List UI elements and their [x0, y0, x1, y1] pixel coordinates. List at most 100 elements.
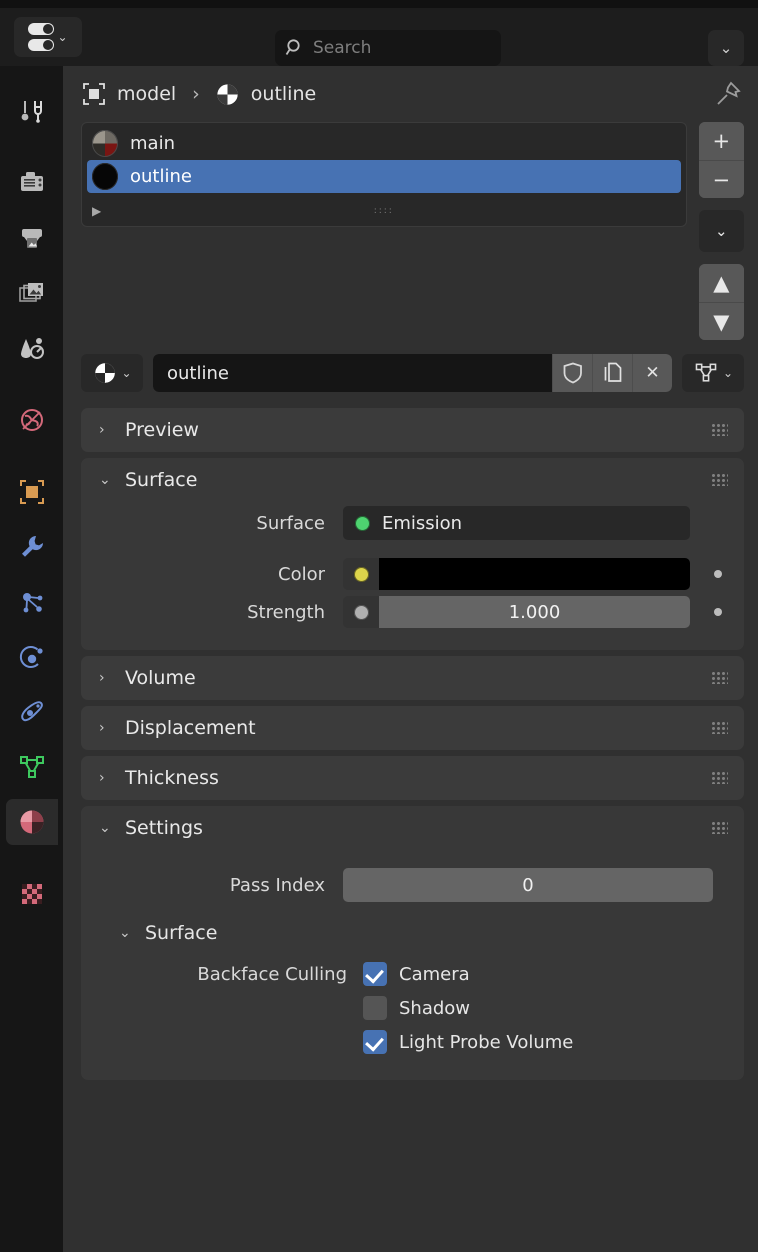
- editor-header: ⌄ Search ⌄: [0, 8, 758, 66]
- emission-strength-value[interactable]: 1.000: [379, 596, 690, 628]
- checkbox-shadow-box[interactable]: [363, 996, 387, 1020]
- constraint-icon: [20, 701, 43, 722]
- add-remove-group: + −: [698, 122, 744, 198]
- breadcrumb-object[interactable]: model: [81, 81, 176, 107]
- material-slot-area: main outline ▶ :::: + − ⌄ ▲ ▼: [63, 122, 758, 340]
- sidebar-item-object[interactable]: [6, 469, 58, 515]
- panel-drag-dots-icon[interactable]: [712, 424, 728, 436]
- panel-volume: › Volume: [81, 656, 744, 700]
- animate-property-dot-icon[interactable]: [714, 608, 722, 616]
- panel-title: Displacement: [125, 717, 256, 739]
- panel-thickness-header[interactable]: › Thickness: [81, 756, 744, 800]
- material-slot-buttons: + − ⌄ ▲ ▼: [698, 122, 744, 340]
- emission-color-control[interactable]: [343, 558, 690, 590]
- subpanel-title: Surface: [145, 922, 218, 944]
- sidebar-item-render[interactable]: [6, 160, 58, 206]
- sidebar-item-object-data[interactable]: [6, 744, 58, 790]
- panel-displacement-header[interactable]: › Displacement: [81, 706, 744, 750]
- material-link-dropdown[interactable]: ⌄: [682, 354, 744, 392]
- emission-color-row: Color: [93, 558, 732, 590]
- material-specials-menu-button[interactable]: ⌄: [698, 210, 744, 252]
- panel-title: Preview: [125, 419, 199, 441]
- move-slot-down-button[interactable]: ▼: [698, 302, 744, 340]
- pass-index-input[interactable]: 0: [343, 868, 713, 902]
- search-input[interactable]: Search: [275, 30, 501, 66]
- chevron-down-icon: ⌄: [99, 472, 111, 488]
- panel-displacement: › Displacement: [81, 706, 744, 750]
- fake-user-button[interactable]: [552, 354, 592, 392]
- checkbox-camera-box[interactable]: [363, 962, 387, 986]
- panel-title: Thickness: [125, 767, 219, 789]
- checkbox-light-probe-volume-box[interactable]: [363, 1030, 387, 1054]
- mesh-data-icon: [695, 363, 717, 382]
- duplicate-material-button[interactable]: [592, 354, 632, 392]
- header-options-button[interactable]: ⌄: [708, 30, 744, 66]
- pass-index-row: Pass Index 0: [93, 868, 732, 902]
- color-socket-icon: [353, 566, 369, 582]
- add-material-slot-button[interactable]: +: [698, 122, 744, 160]
- panel-settings-header[interactable]: ⌄ Settings: [81, 806, 744, 850]
- sidebar-item-world[interactable]: [6, 397, 58, 443]
- editor-type-button[interactable]: ⌄: [14, 17, 82, 57]
- material-sphere-icon: [217, 83, 238, 105]
- panel-drag-dots-icon[interactable]: [712, 822, 728, 834]
- particles-icon: [22, 593, 42, 613]
- sidebar-item-output[interactable]: [6, 215, 58, 261]
- sidebar-item-particles[interactable]: [6, 579, 58, 625]
- remove-material-slot-button[interactable]: −: [698, 160, 744, 198]
- list-item[interactable]: main: [87, 127, 681, 160]
- chevron-right-icon: ›: [99, 770, 105, 786]
- sidebar-item-material[interactable]: [5, 799, 58, 845]
- panel-thickness: › Thickness: [81, 756, 744, 800]
- pin-icon: [717, 81, 741, 105]
- panel-volume-header[interactable]: › Volume: [81, 656, 744, 700]
- checkbox-camera[interactable]: Camera: [363, 962, 470, 986]
- panel-settings: ⌄ Settings Pass Index 0 ⌄ Surface Backfa…: [81, 806, 744, 1080]
- panel-drag-dots-icon[interactable]: [712, 474, 728, 486]
- emission-color-label: Color: [278, 563, 325, 585]
- emission-strength-control[interactable]: 1.000: [343, 596, 690, 628]
- sidebar-item-object-constraints[interactable]: [6, 689, 58, 735]
- color-socket-box: [343, 558, 379, 590]
- surface-shader-dropdown[interactable]: Emission: [343, 506, 690, 540]
- list-item-label: main: [130, 133, 175, 154]
- resize-grip-icon[interactable]: ::::: [374, 207, 394, 216]
- breadcrumb-material[interactable]: outline: [214, 81, 316, 108]
- emission-color-swatch[interactable]: [379, 558, 690, 590]
- object-square-icon: [83, 83, 105, 105]
- sidebar-item-view-layer[interactable]: [6, 270, 58, 316]
- subpanel-surface-header[interactable]: ⌄ Surface: [93, 908, 732, 954]
- sidebar-item-physics[interactable]: [6, 634, 58, 680]
- move-slot-up-button[interactable]: ▲: [698, 264, 744, 302]
- animate-property-dot-icon[interactable]: [714, 570, 722, 578]
- breadcrumb-separator: ›: [192, 83, 200, 105]
- filter-expand-icon[interactable]: ▶: [92, 204, 101, 218]
- list-item[interactable]: outline: [87, 160, 681, 193]
- chevron-right-icon: ›: [99, 422, 105, 438]
- pin-id-button[interactable]: [714, 80, 742, 112]
- checkbox-shadow[interactable]: Shadow: [363, 996, 470, 1020]
- sidebar-item-texture[interactable]: [6, 871, 58, 917]
- panel-surface-header[interactable]: ⌄ Surface: [81, 458, 744, 502]
- sidebar-item-scene[interactable]: [6, 325, 58, 371]
- sidebar-item-tool[interactable]: [6, 88, 58, 134]
- panel-surface: ⌄ Surface Surface Emission Color Strengt…: [81, 458, 744, 650]
- panel-drag-dots-icon[interactable]: [712, 672, 728, 684]
- search-placeholder: Search: [313, 38, 372, 58]
- browse-material-button[interactable]: ⌄: [81, 354, 143, 392]
- panel-preview-header[interactable]: › Preview: [81, 408, 744, 452]
- backface-culling-light-probe-row: Light Probe Volume: [155, 1030, 732, 1054]
- backface-culling-label: Backface Culling: [197, 963, 347, 985]
- breadcrumb-object-label: model: [117, 83, 177, 105]
- panel-settings-body: Pass Index 0 ⌄ Surface Backface Culling: [81, 850, 744, 1080]
- chevron-down-icon: ⌄: [722, 366, 734, 380]
- material-slot-list[interactable]: main outline ▶ ::::: [81, 122, 687, 227]
- surface-shader-value: Emission: [382, 512, 463, 534]
- unlink-material-button[interactable]: ✕: [632, 354, 672, 392]
- panel-drag-dots-icon[interactable]: [712, 722, 728, 734]
- checkbox-light-probe-volume-label: Light Probe Volume: [399, 1031, 574, 1053]
- checkbox-light-probe-volume[interactable]: Light Probe Volume: [363, 1030, 573, 1054]
- material-name-input[interactable]: outline: [153, 354, 552, 392]
- sidebar-item-modifiers[interactable]: [6, 524, 58, 570]
- panel-drag-dots-icon[interactable]: [712, 772, 728, 784]
